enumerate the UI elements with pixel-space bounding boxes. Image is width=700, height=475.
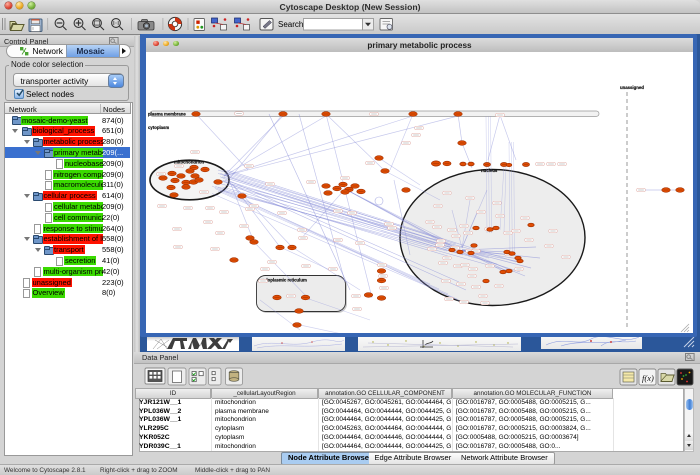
svg-text:mitochondrion: mitochondrion — [174, 160, 204, 165]
svg-text:Search:: Search: — [278, 20, 306, 29]
svg-text:f(x): f(x) — [642, 373, 654, 383]
svg-text:nucleus: nucleus — [481, 168, 498, 173]
svg-text:cytoplasm: cytoplasm — [148, 125, 169, 130]
svg-text:unassigned: unassigned — [620, 85, 644, 90]
svg-text:plasma membrane: plasma membrane — [148, 111, 186, 116]
